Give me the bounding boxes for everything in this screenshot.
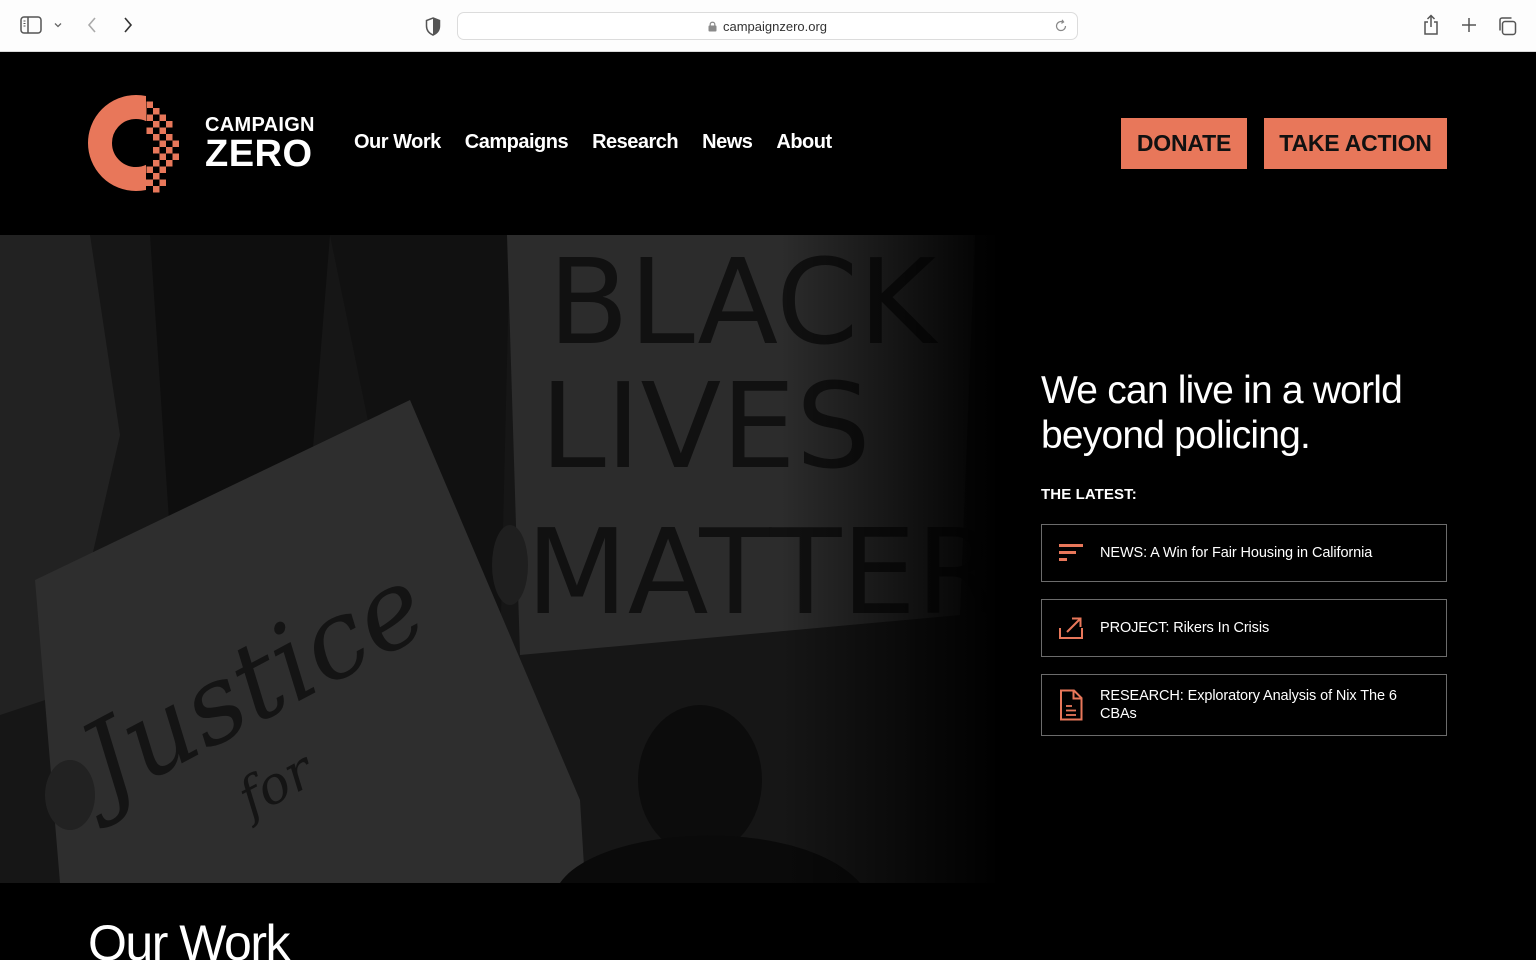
logo-pixel <box>153 147 160 154</box>
address-bar[interactable]: campaignzero.org <box>457 12 1078 40</box>
sidebar-icon[interactable] <box>19 15 43 35</box>
logo-wordmark: CAMPAIGN ZERO <box>205 115 315 173</box>
nav-campaigns[interactable]: Campaigns <box>465 130 569 154</box>
hero-image: BLACK LIVES MATTER Justice for <box>0 235 1000 883</box>
our-work-heading: Our Work <box>88 915 291 960</box>
logo-pixel <box>146 179 153 186</box>
logo-pixel <box>159 179 166 186</box>
logo-pixel <box>153 173 160 180</box>
logo-pixel <box>153 121 160 128</box>
donate-button[interactable]: DONATE <box>1121 118 1247 169</box>
take-action-button[interactable]: TAKE ACTION <box>1264 118 1447 169</box>
latest-list: NEWS: A Win for Fair Housing in Californ… <box>1041 524 1447 753</box>
logo-pixel <box>159 127 166 134</box>
share-icon[interactable] <box>1421 13 1441 37</box>
hero-copy: We can live in a world beyond policing. … <box>1041 368 1451 503</box>
main-nav: Our Work Campaigns Research News About <box>354 130 856 154</box>
logo-pixel <box>146 127 153 134</box>
logo-pixel <box>159 114 166 121</box>
logo-pixel <box>140 179 147 186</box>
reload-icon[interactable] <box>1054 19 1068 33</box>
logo-pixel <box>166 147 173 154</box>
logo-pixel <box>146 114 153 121</box>
chevron-left-icon <box>87 17 96 33</box>
logo-line-1: CAMPAIGN <box>205 114 315 136</box>
nav-news[interactable]: News <box>702 130 753 154</box>
logo-pixel <box>153 186 160 193</box>
latest-item-news[interactable]: NEWS: A Win for Fair Housing in Californ… <box>1041 524 1447 582</box>
latest-item-project[interactable]: PROJECT: Rikers In Crisis <box>1041 599 1447 657</box>
logo-pixel <box>153 134 160 141</box>
url-text: campaignzero.org <box>722 18 828 34</box>
forward-button[interactable] <box>120 14 136 36</box>
latest-item-research[interactable]: RESEARCH: Exploratory Analysis of Nix Th… <box>1041 674 1447 736</box>
logo-pixel <box>159 140 166 147</box>
chevron-down-icon[interactable] <box>52 19 64 31</box>
nav-about[interactable]: About <box>776 130 832 154</box>
latest-item-text: RESEARCH: Exploratory Analysis of Nix Th… <box>1100 688 1397 722</box>
plus-icon[interactable] <box>1459 15 1479 35</box>
logo-pixel <box>159 153 166 160</box>
website: CAMPAIGN ZERO Our Work Campaigns Researc… <box>0 52 1536 960</box>
tabs-icon[interactable] <box>1496 15 1518 37</box>
logo-pixel <box>166 134 173 141</box>
latest-item-text: PROJECT: Rikers In Crisis <box>1100 620 1270 636</box>
logo-line-2: ZERO <box>205 133 313 175</box>
logo-pixel <box>159 166 166 173</box>
hero-headline: We can live in a world beyond policing. <box>1041 369 1403 457</box>
logo-pixel <box>172 140 179 147</box>
logo-pixel <box>166 160 173 167</box>
logo-pixel <box>146 101 153 108</box>
document-icon <box>1058 688 1084 722</box>
news-lines-icon <box>1058 536 1084 570</box>
nav-our-work[interactable]: Our Work <box>354 130 441 154</box>
logo-pixel <box>153 160 160 167</box>
logo-pixel <box>172 153 179 160</box>
logo-mark-icon <box>88 95 179 193</box>
campaign-zero-logo[interactable]: CAMPAIGN ZERO <box>88 95 328 195</box>
shield-icon[interactable] <box>424 15 442 37</box>
logo-pixel <box>166 121 173 128</box>
chevron-right-icon <box>124 17 133 33</box>
browser-toolbar: campaignzero.org <box>0 0 1536 52</box>
logo-pixel <box>140 108 147 115</box>
back-button[interactable] <box>84 14 100 36</box>
lock-icon <box>708 21 717 31</box>
logo-pixel <box>146 166 153 173</box>
logo-pixel <box>153 108 160 115</box>
latest-label: THE LATEST: <box>1041 486 1137 503</box>
external-link-icon <box>1058 611 1084 645</box>
latest-item-text: NEWS: A Win for Fair Housing in Californ… <box>1100 545 1373 561</box>
nav-research[interactable]: Research <box>592 130 679 154</box>
